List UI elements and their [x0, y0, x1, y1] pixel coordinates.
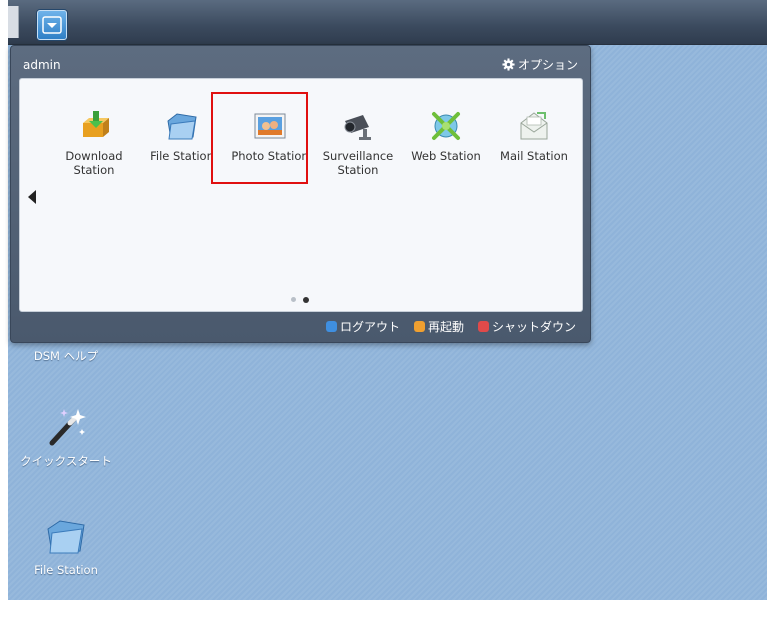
logout-label: ログアウト [339, 320, 400, 334]
app-launcher: Download Station File Station Photo Stat… [19, 78, 583, 312]
app-label: Mail Station [500, 149, 568, 163]
shutdown-label: シャットダウン [491, 320, 576, 334]
previous-page-arrow[interactable] [28, 189, 36, 208]
shutdown-button[interactable]: シャットダウン [477, 318, 576, 335]
desktop-icon-file-station[interactable]: File Station [11, 515, 121, 577]
power-actions: ログアウト 再起動 シャットダウン [325, 318, 576, 335]
selected-app-highlight [211, 92, 308, 184]
taskbar [8, 0, 767, 45]
options-label: オプション [517, 58, 578, 72]
restart-label: 再起動 [427, 320, 464, 334]
file-station-icon [44, 515, 88, 559]
main-menu-panel: admin オプション Download Station File Statio… [10, 45, 591, 343]
app-label: Web Station [411, 149, 481, 163]
logout-icon [325, 321, 337, 332]
desktop-icon-label: DSM ヘルプ [33, 349, 99, 363]
download-station-icon [77, 109, 111, 143]
app-label: Download Station [65, 149, 123, 177]
user-name: admin [23, 58, 61, 72]
mail-station-icon [517, 109, 551, 143]
taskbar-handle[interactable] [8, 6, 19, 38]
app-label: Surveillance Station [322, 149, 394, 177]
options-button[interactable]: オプション [502, 56, 578, 73]
app-download-station[interactable]: Download Station [50, 97, 138, 177]
web-station-icon [429, 109, 463, 143]
magic-wand-icon [44, 405, 88, 449]
file-station-icon [165, 109, 199, 143]
shutdown-icon [477, 321, 489, 332]
page-dot[interactable] [291, 297, 296, 302]
logout-button[interactable]: ログアウト [325, 318, 400, 335]
desktop-icon-label: File Station [34, 563, 98, 577]
desktop-bottom [8, 600, 767, 617]
chevron-down-icon [42, 16, 62, 34]
gear-icon [502, 58, 515, 71]
page-dot-active[interactable] [303, 296, 309, 303]
app-list: Download Station File Station Photo Stat… [50, 97, 578, 177]
restart-icon [413, 321, 425, 332]
desktop-icon-label: クイックスタート [20, 454, 112, 468]
app-mail-station[interactable]: Mail Station [490, 97, 578, 177]
arrow-left-icon [28, 190, 36, 204]
restart-button[interactable]: 再起動 [413, 318, 464, 335]
app-web-station[interactable]: Web Station [402, 97, 490, 177]
page-indicator [291, 296, 309, 303]
app-surveillance-station[interactable]: Surveillance Station [314, 97, 402, 177]
main-menu-button[interactable] [37, 10, 67, 40]
surveillance-station-icon [341, 109, 375, 143]
desktop-icon-quick-start[interactable]: クイックスタート [11, 405, 121, 469]
